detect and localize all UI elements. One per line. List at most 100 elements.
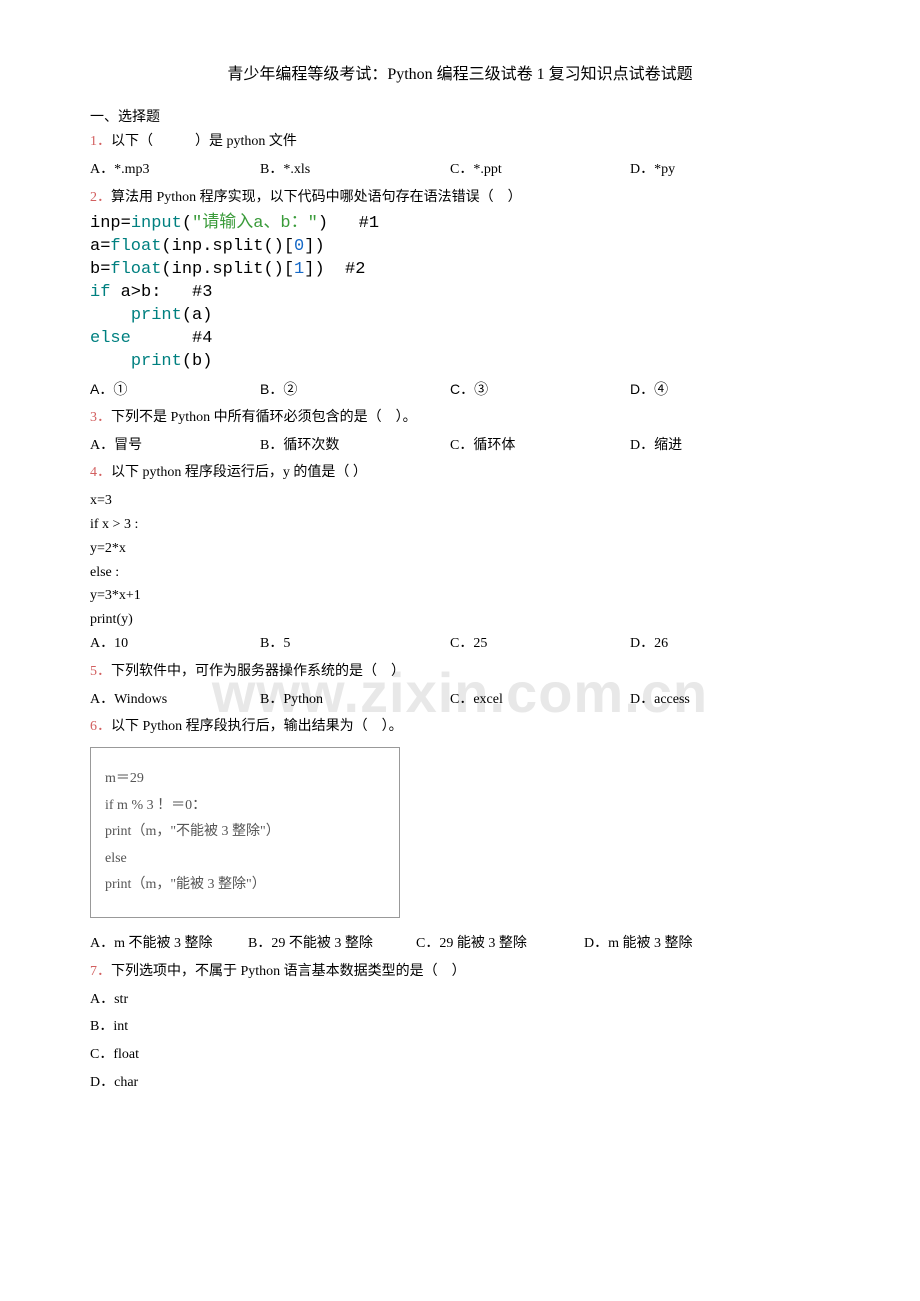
q1-optA: A．*.mp3: [90, 158, 260, 182]
code-text: else: [90, 329, 131, 348]
code-text: ]): [304, 237, 324, 256]
q5-optC: C．excel: [450, 688, 630, 712]
code-text: ]): [304, 260, 324, 279]
code-line: y=3*x+1: [90, 584, 830, 608]
q1-num: 1．: [90, 134, 111, 149]
q3-optA: A．冒号: [90, 434, 260, 458]
code-line: x=3: [90, 489, 830, 513]
code-text: (inp.split()[: [161, 260, 294, 279]
q2-code: inp=input("请输入a、b：") #1 a=float(inp.spli…: [90, 213, 830, 374]
code-text: (a): [182, 306, 213, 325]
q1-stem: 1．以下（ ）是 python 文件: [90, 130, 830, 154]
code-text: a>b:: [121, 283, 162, 302]
q7-optA: A．str: [90, 988, 830, 1012]
q5-text: 下列软件中，可作为服务器操作系统的是（ ）: [111, 664, 405, 679]
q3-stem: 3．下列不是 Python 中所有循环必须包含的是（ ）。: [90, 406, 830, 430]
code-text: (inp.split()[: [161, 237, 294, 256]
code-text: if: [90, 283, 121, 302]
code-text: #4: [131, 329, 213, 348]
q4-stem: 4．以下 python 程序段运行后，y 的值是（ ）: [90, 461, 830, 485]
q1-text: 以下（ ）是 python 文件: [111, 134, 297, 149]
q2-stem: 2．算法用 Python 程序实现，以下代码中哪处语句存在语法错误（ ）: [90, 186, 830, 210]
q4-options: A．10 B．5 C．25 D．26: [90, 632, 830, 656]
content-wrapper: 青少年编程等级考试：Python 编程三级试卷 1 复习知识点试卷试题 一、选择…: [90, 60, 830, 1095]
code-text: b=: [90, 260, 110, 279]
q4-optB: B．5: [260, 632, 450, 656]
q5-optA: A．Windows: [90, 688, 260, 712]
page-title: 青少年编程等级考试：Python 编程三级试卷 1 复习知识点试卷试题: [90, 60, 830, 84]
q5-options: A．Windows B．Python C．excel D．access: [90, 688, 830, 712]
q2-text: 算法用 Python 程序实现，以下代码中哪处语句存在语法错误（ ）: [111, 190, 522, 205]
q7-optB: B．int: [90, 1015, 830, 1039]
q2-optD: D．④: [630, 378, 668, 402]
code-line: print（m，"不能被 3 整除"）: [105, 819, 385, 846]
code-line: m＝29: [105, 766, 385, 793]
code-line: print(y): [90, 608, 830, 632]
q4-code: x=3 if x > 3 : y=2*x else : y=3*x+1 prin…: [90, 489, 830, 632]
code-line: else :: [90, 561, 830, 585]
q6-optC: C．29 能被 3 整除: [416, 932, 584, 956]
q6-stem: 6．以下 Python 程序段执行后，输出结果为（ ）。: [90, 715, 830, 739]
code-line: if m % 3 ！＝0：: [105, 793, 385, 820]
code-text: (: [182, 214, 192, 233]
code-text: #3: [161, 283, 212, 302]
q5-stem: 5．下列软件中，可作为服务器操作系统的是（ ）: [90, 660, 830, 684]
code-text: #2: [325, 260, 366, 279]
q4-optA: A．10: [90, 632, 260, 656]
q3-text: 下列不是 Python 中所有循环必须包含的是（ ）。: [111, 410, 417, 425]
q5-num: 5．: [90, 664, 111, 679]
section-heading: 一、选择题: [90, 106, 830, 126]
code-text: [90, 352, 131, 371]
q3-options: A．冒号 B．循环次数 C．循环体 D．缩进: [90, 434, 830, 458]
q4-optC: C．25: [450, 632, 630, 656]
q7-text: 下列选项中，不属于 Python 语言基本数据类型的是（ ）: [111, 964, 466, 979]
code-text: 0: [294, 237, 304, 256]
q5-optB: B．Python: [260, 688, 450, 712]
code-line: y=2*x: [90, 537, 830, 561]
q4-optD: D．26: [630, 632, 668, 656]
q6-code-box: m＝29 if m % 3 ！＝0： print（m，"不能被 3 整除"） e…: [90, 747, 400, 918]
code-text: ): [318, 214, 328, 233]
code-line: else: [105, 846, 385, 873]
code-text: a=: [90, 237, 110, 256]
q3-optD: D．缩进: [630, 434, 682, 458]
code-text: [90, 306, 131, 325]
q4-text: 以下 python 程序段运行后，y 的值是（ ）: [111, 465, 367, 480]
q6-optA: A．m 不能被 3 整除: [90, 932, 248, 956]
q2-options: A．① B．② C．③ D．④: [90, 378, 830, 402]
q2-num: 2．: [90, 190, 111, 205]
q6-num: 6．: [90, 719, 111, 734]
code-line: if x > 3 :: [90, 513, 830, 537]
q2-optB: B．②: [260, 378, 450, 402]
q2-optA: A．①: [90, 378, 260, 402]
q1-optB: B．*.xls: [260, 158, 450, 182]
q7-num: 7．: [90, 964, 111, 979]
code-text: print: [131, 306, 182, 325]
q6-text: 以下 Python 程序段执行后，输出结果为（ ）。: [111, 719, 403, 734]
code-text: float: [110, 237, 161, 256]
q7-optC: C．float: [90, 1043, 830, 1067]
code-text: 1: [294, 260, 304, 279]
q5-optD: D．access: [630, 688, 690, 712]
code-text: print: [131, 352, 182, 371]
q6-optB: B．29 不能被 3 整除: [248, 932, 416, 956]
code-text: (b): [182, 352, 213, 371]
q6-optD: D．m 能被 3 整除: [584, 932, 693, 956]
q1-optC: C．*.ppt: [450, 158, 630, 182]
q3-optC: C．循环体: [450, 434, 630, 458]
code-text: "请输入a、b：": [192, 214, 318, 233]
q1-options: A．*.mp3 B．*.xls C．*.ppt D．*py: [90, 158, 830, 182]
q3-optB: B．循环次数: [260, 434, 450, 458]
code-text: float: [110, 260, 161, 279]
q6-options: A．m 不能被 3 整除 B．29 不能被 3 整除 C．29 能被 3 整除 …: [90, 932, 830, 956]
q2-optC: C．③: [450, 378, 630, 402]
q7-optD: D．char: [90, 1071, 830, 1095]
code-text: input: [131, 214, 182, 233]
code-text: #1: [328, 214, 379, 233]
code-line: print（m，"能被 3 整除"）: [105, 872, 385, 899]
q7-stem: 7．下列选项中，不属于 Python 语言基本数据类型的是（ ）: [90, 960, 830, 984]
q1-optD: D．*py: [630, 158, 675, 182]
code-text: inp=: [90, 214, 131, 233]
q4-num: 4．: [90, 465, 111, 480]
q3-num: 3．: [90, 410, 111, 425]
